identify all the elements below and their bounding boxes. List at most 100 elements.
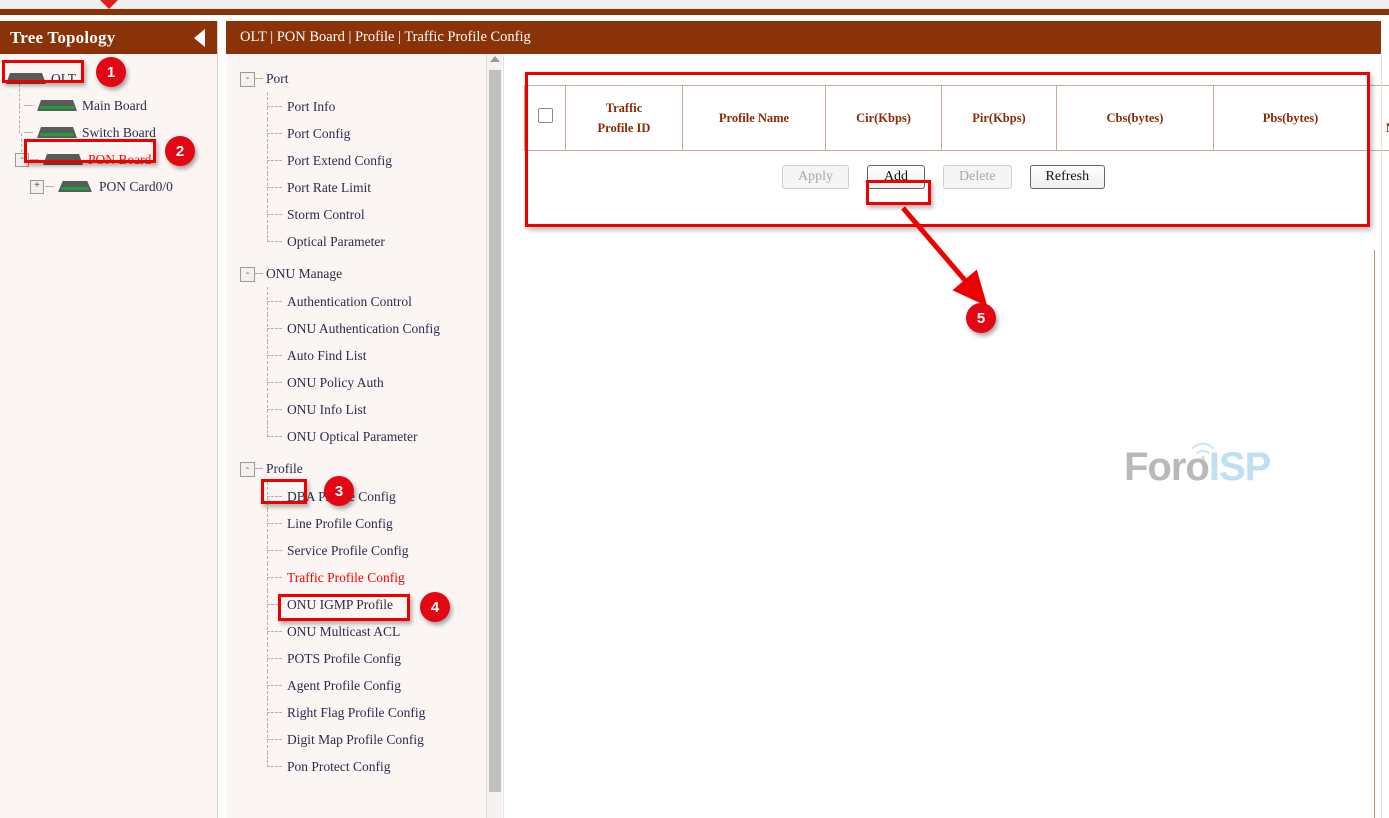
nav-connector bbox=[255, 273, 263, 275]
nav-item-onu-authentication-config[interactable]: ONU Authentication Config bbox=[226, 315, 502, 342]
nav-connector bbox=[267, 577, 282, 578]
nav-connector bbox=[267, 301, 282, 302]
nav-item-label: ONU Multicast ACL bbox=[287, 624, 400, 640]
content-right-divider bbox=[1381, 54, 1382, 818]
nav-item-label: POTS Profile Config bbox=[287, 651, 401, 667]
tree-item-pon-card[interactable]: + PON Card0/0 bbox=[0, 173, 217, 200]
nav-connector bbox=[267, 355, 282, 356]
nav-connector bbox=[267, 214, 282, 215]
nav-scrollbar[interactable] bbox=[486, 54, 502, 818]
column-label: Profile Name bbox=[719, 111, 789, 125]
nav-item-port-rate-limit[interactable]: Port Rate Limit bbox=[226, 174, 502, 201]
column-label-line2: Profile ID bbox=[570, 118, 678, 138]
refresh-button[interactable]: Refresh bbox=[1030, 165, 1106, 189]
select-all-checkbox[interactable] bbox=[538, 108, 553, 123]
board-icon bbox=[41, 153, 85, 166]
nav-item-pots-profile-config[interactable]: POTS Profile Config bbox=[226, 645, 502, 672]
nav-item-onu-igmp-profile[interactable]: ONU IGMP Profile bbox=[226, 591, 502, 618]
nav-item-port-config[interactable]: Port Config bbox=[226, 120, 502, 147]
nav-expander-icon[interactable]: - bbox=[240, 267, 255, 282]
nav-item-authentication-control[interactable]: Authentication Control bbox=[226, 288, 502, 315]
add-button[interactable]: Add bbox=[867, 165, 925, 189]
nav-item-label: ONU Policy Auth bbox=[287, 375, 384, 391]
nav-item-onu-info-list[interactable]: ONU Info List bbox=[226, 396, 502, 423]
nav-item-label: ONU IGMP Profile bbox=[287, 597, 393, 613]
nav-connector bbox=[267, 766, 282, 767]
column-cbs-bytes[interactable]: Cbs(bytes) bbox=[1057, 86, 1214, 151]
scroll-up-icon[interactable] bbox=[490, 56, 500, 62]
nav-connector bbox=[267, 409, 282, 410]
nav-item-label: Digit Map Profile Config bbox=[287, 732, 424, 748]
nav-expander-icon[interactable]: - bbox=[240, 462, 255, 477]
traffic-profile-table: Traffic Profile ID Profile Name Cir(Kbps… bbox=[524, 85, 1389, 151]
sidebar-title: Tree Topology bbox=[10, 28, 115, 48]
nav-item-label: ONU Optical Parameter bbox=[287, 429, 417, 445]
tree-item-label: OLT bbox=[50, 71, 76, 87]
tree-expander-icon[interactable]: + bbox=[30, 180, 44, 194]
nav-item-storm-control[interactable]: Storm Control bbox=[226, 201, 502, 228]
column-pir-kbps[interactable]: Pir(Kbps) bbox=[942, 86, 1057, 151]
board-icon bbox=[35, 126, 79, 139]
nav-item-digit-map-profile-config[interactable]: Digit Map Profile Config bbox=[226, 726, 502, 753]
annotation-badge-2: 2 bbox=[165, 136, 195, 166]
nav-item-line-profile-config[interactable]: Line Profile Config bbox=[226, 510, 502, 537]
column-label-line1: Traffic bbox=[570, 98, 678, 118]
tree-connector bbox=[45, 186, 54, 188]
nav-item-label: Port Extend Config bbox=[287, 153, 392, 169]
tree-expander-icon[interactable]: - bbox=[15, 153, 29, 167]
foroisp-watermark: ForoISP bbox=[1124, 432, 1274, 482]
nav-item-label: Port Config bbox=[287, 126, 350, 142]
nav-group-onu-manage[interactable]: - ONU Manage bbox=[226, 260, 502, 288]
nav-connector bbox=[267, 658, 282, 659]
nav-group-port[interactable]: - Port bbox=[226, 65, 502, 93]
top-brown-strip bbox=[0, 9, 1389, 15]
scrollbar-thumb[interactable] bbox=[489, 70, 501, 792]
nav-item-port-info[interactable]: Port Info bbox=[226, 93, 502, 120]
nav-item-onu-policy-auth[interactable]: ONU Policy Auth bbox=[226, 369, 502, 396]
nav-connector bbox=[267, 712, 282, 713]
nav-item-label: ONU Info List bbox=[287, 402, 367, 418]
nav-group-profile[interactable]: - Profile bbox=[226, 455, 502, 483]
nav-item-port-extend-config[interactable]: Port Extend Config bbox=[226, 147, 502, 174]
table-header-row: Traffic Profile ID Profile Name Cir(Kbps… bbox=[525, 86, 1389, 151]
board-icon bbox=[35, 99, 79, 112]
nav-group-label: ONU Manage bbox=[266, 266, 342, 282]
nav-item-label: Agent Profile Config bbox=[287, 678, 401, 694]
tree-item-label: Main Board bbox=[81, 98, 147, 114]
nav-item-onu-multicast-acl[interactable]: ONU Multicast ACL bbox=[226, 618, 502, 645]
triangle-left-icon[interactable] bbox=[194, 29, 205, 47]
nav-connector bbox=[267, 739, 282, 740]
nav-item-onu-optical-parameter[interactable]: ONU Optical Parameter bbox=[226, 423, 502, 450]
nav-item-traffic-profile-config[interactable]: Traffic Profile Config bbox=[226, 564, 502, 591]
nav-connector bbox=[267, 382, 282, 383]
nav-item-label: Optical Parameter bbox=[287, 234, 385, 250]
nav-item-auto-find-list[interactable]: Auto Find List bbox=[226, 342, 502, 369]
column-pbs-bytes[interactable]: Pbs(bytes) bbox=[1214, 86, 1368, 151]
delete-button[interactable]: Delete bbox=[943, 165, 1012, 189]
board-icon bbox=[4, 72, 48, 85]
column-label: Pbs(bytes) bbox=[1263, 111, 1319, 125]
nav-item-label: Port Rate Limit bbox=[287, 180, 371, 196]
nav-expander-icon[interactable]: - bbox=[240, 72, 255, 87]
top-marker-icon bbox=[100, 0, 118, 9]
nav-item-label: Auto Find List bbox=[287, 348, 367, 364]
nav-item-dba-profile-config[interactable]: DBA Profile Config bbox=[226, 483, 502, 510]
nav-connector bbox=[255, 78, 263, 80]
column-profile-name[interactable]: Profile Name bbox=[683, 86, 826, 151]
tree-item-main-board[interactable]: Main Board bbox=[0, 92, 217, 119]
nav-connector bbox=[267, 328, 282, 329]
nav-connector bbox=[267, 160, 282, 161]
nav-item-right-flag-profile-config[interactable]: Right Flag Profile Config bbox=[226, 699, 502, 726]
nav-connector bbox=[267, 685, 282, 686]
column-bind-number[interactable]: Bind Number bbox=[1368, 86, 1389, 151]
column-cir-kbps[interactable]: Cir(Kbps) bbox=[826, 86, 942, 151]
nav-item-agent-profile-config[interactable]: Agent Profile Config bbox=[226, 672, 502, 699]
column-traffic-profile-id[interactable]: Traffic Profile ID bbox=[566, 86, 683, 151]
select-all-cell bbox=[525, 86, 566, 151]
apply-button[interactable]: Apply bbox=[782, 165, 849, 189]
nav-connector bbox=[267, 436, 282, 437]
feature-nav-column: - Port Port Info Port Config bbox=[226, 54, 502, 818]
nav-item-optical-parameter[interactable]: Optical Parameter bbox=[226, 228, 502, 255]
nav-item-pon-protect-config[interactable]: Pon Protect Config bbox=[226, 753, 502, 780]
nav-item-service-profile-config[interactable]: Service Profile Config bbox=[226, 537, 502, 564]
